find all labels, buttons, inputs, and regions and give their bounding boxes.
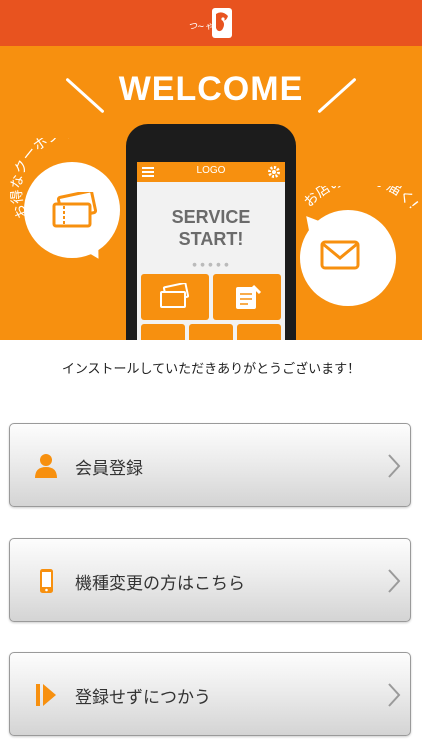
use-without-registration-button[interactable]: 登録せずにつかう [9, 652, 411, 736]
info-bubble-text: お店の情報が届く! [301, 186, 421, 212]
headline-line-2: START! [178, 229, 244, 249]
welcome-hero-banner: WELCOME お得なクーポンや お店の情報が届く! LOGO [0, 46, 422, 340]
headline-line-1: SERVICE [171, 207, 251, 227]
member-registration-button[interactable]: 会員登録 [9, 423, 411, 507]
ticket-icon [160, 283, 190, 308]
phone-tile [189, 324, 233, 340]
thanks-message: インストールしていただきありがとうございます！ [61, 362, 361, 377]
notebook-icon [236, 284, 262, 309]
smartphone-icon [40, 569, 53, 593]
device-change-label: 機種変更の方はこちら [75, 574, 245, 594]
device-change-button[interactable]: 機種変更の方はこちら [9, 538, 411, 622]
chevron-right-icon [388, 454, 401, 478]
person-icon [35, 454, 57, 478]
carousel-dots: ● ● ● ● ● [192, 262, 230, 268]
app-logo-text: LOGO [196, 165, 226, 176]
top-header-bar: つ~ゃ [0, 0, 422, 46]
phone-tile [237, 324, 281, 340]
phone-tile [141, 324, 185, 340]
welcome-title: WELCOME [118, 70, 304, 108]
play-skip-icon [36, 684, 56, 706]
phone-mockup: LOGO SERVICE START! ● ● ● ● ● [126, 124, 296, 340]
member-registration-label: 会員登録 [75, 459, 143, 479]
svg-text:つ~ゃ: つ~ゃ [188, 22, 214, 32]
envelope-icon [320, 240, 360, 270]
phone-tile-notebook [213, 274, 281, 320]
app-bar: LOGO [137, 162, 285, 182]
service-start-headline: SERVICE START! [137, 206, 285, 250]
gear-icon [268, 166, 280, 178]
svg-text:お店の情報が届く!: お店の情報が届く! [301, 186, 421, 212]
use-without-registration-label: 登録せずにつかう [75, 688, 211, 708]
phone-screen: LOGO SERVICE START! ● ● ● ● ● [137, 162, 285, 340]
chevron-right-icon [388, 569, 401, 593]
chevron-right-icon [388, 683, 401, 707]
brand-logo-icon: つ~ゃ [188, 8, 232, 38]
ticket-icon [52, 192, 98, 228]
phone-tile-coupon [141, 274, 209, 320]
